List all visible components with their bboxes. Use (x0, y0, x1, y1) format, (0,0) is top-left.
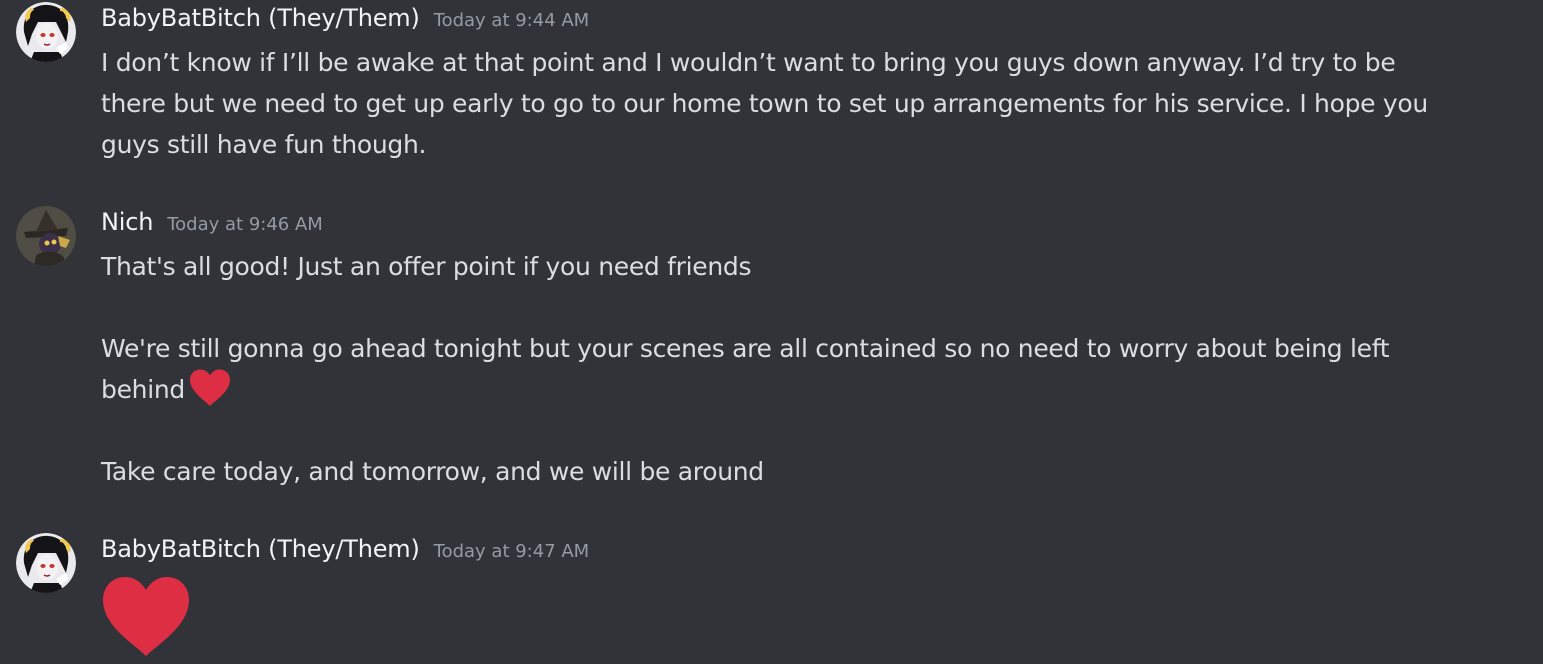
gothic-girl-avatar-icon (16, 2, 76, 62)
user-avatar[interactable] (16, 206, 76, 266)
message-line: That's all good! Just an offer point if … (101, 252, 752, 281)
timestamp[interactable]: Today at 9:47 AM (434, 541, 590, 562)
timestamp[interactable]: Today at 9:44 AM (434, 10, 590, 31)
username[interactable]: BabyBatBitch (They/Them) (101, 4, 420, 32)
message-line-text: behind (101, 375, 185, 404)
message-content: That's all good! Just an offer point if … (101, 246, 1471, 492)
username[interactable]: BabyBatBitch (They/Them) (101, 535, 420, 563)
message-line: guys still have fun though. (101, 130, 427, 159)
message-content: I don’t know if I’ll be awake at that po… (101, 42, 1471, 165)
heart-emoji-icon[interactable] (189, 369, 231, 407)
message-header: BabyBatBitch (They/Them) Today at 9:44 A… (101, 4, 589, 36)
username[interactable]: Nich (101, 208, 153, 236)
witch-hat-character-avatar-icon (16, 206, 76, 266)
timestamp[interactable]: Today at 9:46 AM (167, 214, 323, 235)
gothic-girl-avatar-icon (16, 533, 76, 593)
message-line: there but we need to get up early to go … (101, 89, 1428, 118)
message-line: Take care today, and tomorrow, and we wi… (101, 457, 764, 486)
user-avatar[interactable] (16, 533, 76, 593)
message-line: We're still gonna go ahead tonight but y… (101, 334, 1390, 363)
message-line: I don’t know if I’ll be awake at that po… (101, 48, 1396, 77)
message-line: behind (101, 369, 1471, 410)
user-avatar[interactable] (16, 2, 76, 62)
heart-emoji-icon[interactable] (101, 576, 191, 658)
message-header: BabyBatBitch (They/Them) Today at 9:47 A… (101, 535, 589, 567)
message-header: Nich Today at 9:46 AM (101, 208, 323, 240)
